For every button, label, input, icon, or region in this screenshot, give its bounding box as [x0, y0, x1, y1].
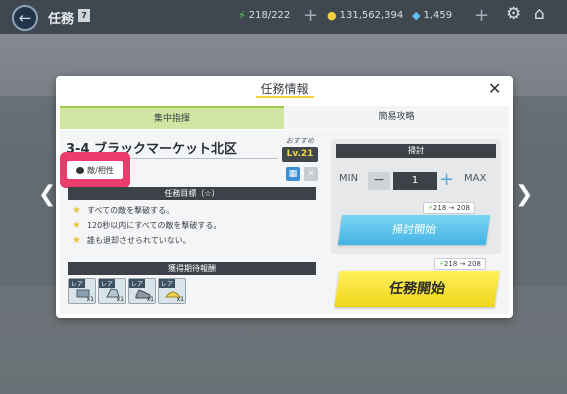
rewards-header: 獲得期待報酬 [68, 262, 316, 275]
enemy-affinity-label: 敵/相性 [87, 165, 114, 175]
title-underline [256, 96, 314, 98]
tab-focused-command[interactable]: 集中指揮 [60, 106, 284, 129]
top-bar: ← 任務 7 ⚡ 218/222 + ● 131,562,394 ◆ 1,459 + … [0, 0, 567, 34]
sweep-panel: 掃討 MIN − 1 + MAX ⚡218 → 208 掃討開始 [331, 139, 501, 254]
dialog-title: 任務情報 [260, 82, 309, 96]
screen-title: 任務 [48, 12, 75, 27]
sweep-header: 掃討 [336, 144, 496, 158]
credit-counter: ● 131,562,394 [327, 9, 404, 22]
objective-item: ★ 誰も退却させられていない。 [72, 235, 191, 246]
reward-item[interactable]: レア x1 [98, 278, 126, 304]
arrow-left-icon: ← [18, 9, 32, 27]
tab-bar: 集中指揮 簡易攻略 [60, 106, 509, 129]
reward-item[interactable]: レア x1 [158, 278, 186, 304]
recommended-label: おすすめ [286, 137, 314, 145]
objective-item: ★ すべての敵を撃破する。 [72, 205, 175, 216]
star-icon: ★ [72, 220, 81, 231]
mission-start-button[interactable]: 任務開始 [334, 271, 500, 307]
next-stage-button[interactable]: ❯ [515, 182, 533, 207]
back-button[interactable]: ← [12, 5, 38, 31]
sweep-quantity[interactable]: 1 [393, 172, 437, 190]
sweep-max-button[interactable]: MAX [464, 173, 486, 184]
reward-item[interactable]: レア x1 [68, 278, 96, 304]
reward-item[interactable]: レア x1 [128, 278, 156, 304]
gear-icon[interactable]: ⚙ [506, 4, 521, 24]
mission-info-dialog: 任務情報 ✕ 集中指揮 簡易攻略 3-4 ブラックマーケット北区 おすすめ Lv… [56, 76, 513, 318]
level-badge: Lv.21 [282, 147, 318, 162]
chevron-left-icon: ❮ [38, 182, 57, 207]
sweep-increase-button[interactable]: + [439, 169, 454, 190]
recommended-level: おすすめ Lv.21 [282, 136, 318, 162]
star-icon: ★ [72, 205, 81, 216]
add-ap-button[interactable]: + [303, 5, 318, 26]
screen-badge: 7 [78, 9, 90, 22]
bolt-icon: ⚡ [238, 9, 246, 22]
tab-simple-guide[interactable]: 簡易攻略 [284, 106, 509, 129]
prev-stage-button[interactable]: ❮ [38, 182, 56, 207]
ap-counter: ⚡ 218/222 [238, 9, 291, 22]
building-icon[interactable]: ▦ [286, 167, 300, 181]
star-icon: ★ [72, 235, 81, 246]
mission-ap-cost: ⚡218 → 208 [434, 258, 486, 270]
add-gems-button[interactable]: + [474, 5, 489, 26]
objective-item: ★ 120秒以内にすべての敵を撃破する。 [72, 220, 222, 231]
sweep-decrease-button[interactable]: − [368, 172, 390, 190]
close-button[interactable]: ✕ [488, 79, 501, 98]
dialog-content: 3-4 ブラックマーケット北区 おすすめ Lv.21 敵/相性 ▦ ✕ 任務目標… [60, 130, 509, 314]
sweep-ap-cost: ⚡218 → 208 [423, 202, 475, 214]
enemy-affinity-button[interactable]: 敵/相性 [67, 161, 123, 179]
gem-icon: ◆ [412, 9, 421, 22]
gem-counter: ◆ 1,459 [412, 9, 453, 22]
sweep-start-button[interactable]: 掃討開始 [337, 215, 491, 245]
objectives-header: 任務目標（☆） [68, 187, 316, 200]
sweep-min-button[interactable]: MIN [339, 173, 358, 184]
disabled-x-icon: ✕ [304, 167, 318, 181]
chevron-right-icon: ❯ [515, 182, 534, 207]
coin-icon: ● [327, 9, 337, 22]
close-icon: ✕ [488, 79, 502, 98]
speech-bubble-icon [76, 166, 85, 174]
home-icon[interactable]: ⌂ [534, 4, 545, 24]
enemy-affinity-highlight: 敵/相性 [60, 152, 130, 188]
